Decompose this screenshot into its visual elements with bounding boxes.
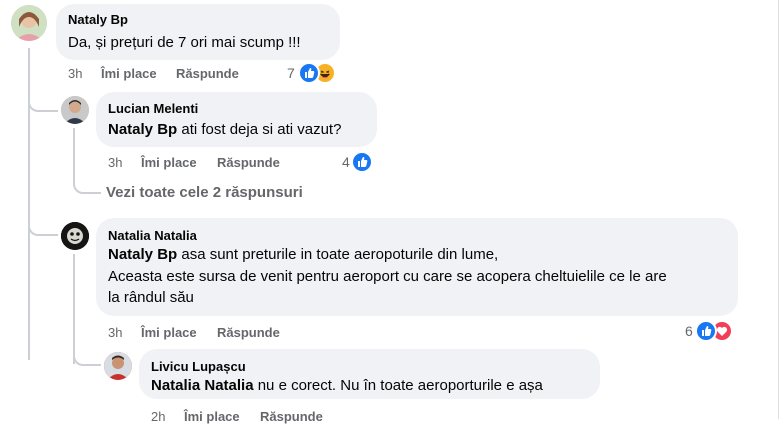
like-icon: [351, 151, 373, 173]
like-button[interactable]: Îmi place: [141, 155, 197, 170]
reply-connector: [28, 90, 58, 112]
avatar-livicu-lupascu[interactable]: [104, 352, 132, 380]
reply-thread-line: [73, 128, 75, 174]
reply-bubble: Lucian Melenti Nataly Bp ati fost deja s…: [96, 92, 377, 147]
reply-bubble: Livicu Lupașcu Natalia Natalia nu e core…: [139, 349, 600, 399]
comment-text-line: Nataly Bp asa sunt preturile in toate ae…: [108, 244, 498, 265]
like-button[interactable]: Îmi place: [141, 325, 197, 340]
like-icon: [695, 320, 717, 342]
comment-time[interactable]: 3h: [108, 325, 122, 340]
avatar-nataly-bp[interactable]: [11, 5, 47, 41]
see-replies-connector: [73, 172, 101, 194]
comment-author[interactable]: Nataly Bp: [68, 12, 128, 27]
avatar-image: [11, 5, 47, 41]
comment-bubble: Natalia Natalia Nataly Bp asa sunt pretu…: [96, 218, 738, 316]
mention-link[interactable]: Nataly Bp: [108, 121, 177, 138]
comment-text-line: la rândul său: [108, 289, 194, 306]
reply-time[interactable]: 3h: [108, 155, 122, 170]
reply-text: Nataly Bp ati fost deja si ati vazut?: [108, 119, 341, 140]
see-all-replies-link[interactable]: Vezi toate cele 2 răspunsuri: [106, 184, 303, 201]
avatar-image: [104, 352, 132, 380]
reply-button[interactable]: Răspunde: [217, 325, 280, 340]
comment-bubble: Nataly Bp Da, și prețuri de 7 ori mai sc…: [56, 4, 340, 60]
reply-connector: [73, 340, 101, 366]
avatar-lucian-melenti[interactable]: [61, 96, 89, 124]
like-icon: [298, 62, 320, 84]
reply-text-body: ati fost deja si ati vazut?: [177, 121, 342, 138]
reply-button[interactable]: Răspunde: [217, 155, 280, 170]
comment-text-body: asa sunt preturile in toate aeropoturile…: [177, 246, 499, 263]
avatar-natalia-natalia[interactable]: [61, 222, 89, 250]
comment-time[interactable]: 3h: [68, 66, 82, 81]
reactions-count: 4: [342, 154, 350, 170]
mention-link[interactable]: Natalia Natalia: [151, 377, 254, 394]
reply-button[interactable]: Răspunde: [260, 409, 323, 424]
avatar-image: [61, 222, 89, 250]
mention-link[interactable]: Nataly Bp: [108, 246, 177, 263]
avatar-image: [61, 96, 89, 124]
reply-text: Natalia Natalia nu e corect. Nu în toate…: [151, 375, 543, 396]
comment-connector: [28, 214, 58, 236]
comment-author[interactable]: Natalia Natalia: [108, 228, 197, 243]
reply-author[interactable]: Livicu Lupașcu: [151, 359, 246, 374]
reactions-count: 7: [287, 65, 295, 81]
reactions-count: 6: [685, 323, 693, 339]
like-button[interactable]: Îmi place: [184, 409, 240, 424]
reply-time[interactable]: 2h: [151, 409, 165, 424]
like-button[interactable]: Îmi place: [101, 66, 157, 81]
reply-author[interactable]: Lucian Melenti: [108, 101, 198, 116]
reply-text-body: nu e corect. Nu în toate aeroporturile e…: [253, 377, 543, 394]
comment-text: Da, și prețuri de 7 ori mai scump !!!: [68, 34, 301, 51]
comment-text-line: Aceasta este sursa de venit pentru aerop…: [108, 268, 667, 285]
reply-button[interactable]: Răspunde: [176, 66, 239, 81]
